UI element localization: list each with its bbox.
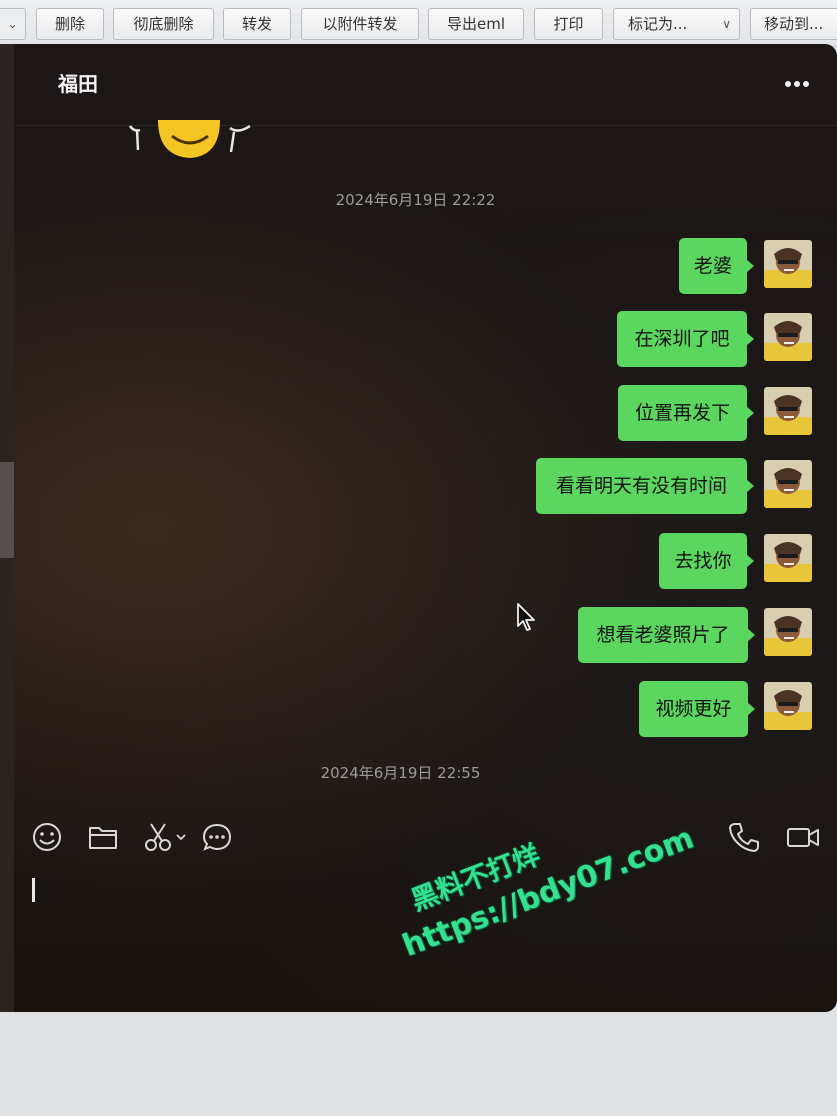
video-icon[interactable]: [785, 820, 821, 854]
delete-button[interactable]: 删除: [36, 8, 104, 40]
avatar[interactable]: [764, 313, 812, 361]
mark-as-dropdown[interactable]: 标记为... ∨: [613, 8, 740, 40]
permanent-delete-button[interactable]: 彻底删除: [113, 8, 214, 40]
forward-button[interactable]: 转发: [223, 8, 291, 40]
export-eml-button[interactable]: 导出eml: [428, 8, 524, 40]
message-bubble[interactable]: 看看明天有没有时间: [536, 458, 754, 514]
phone-icon[interactable]: [727, 820, 761, 854]
chevron-down-icon: ∨: [722, 17, 731, 31]
selected-conversation-indicator: [0, 462, 14, 558]
avatar[interactable]: [764, 387, 812, 435]
move-to-dropdown[interactable]: 移动到...: [750, 8, 837, 40]
avatar[interactable]: [764, 608, 812, 656]
print-button[interactable]: 打印: [534, 8, 603, 40]
message-bubble[interactable]: 去找你: [659, 533, 754, 589]
message-bubble[interactable]: 想看老婆照片了: [578, 607, 755, 663]
chat-bubble-icon[interactable]: [200, 820, 234, 854]
message-bubble[interactable]: 在深圳了吧: [617, 311, 754, 367]
toolbar-left-dropdown[interactable]: ⌄: [0, 8, 26, 40]
message-timestamp: 2024年6月19日 22:55: [320, 764, 481, 782]
mouse-cursor-icon: [517, 603, 535, 631]
mark-as-label: 标记为...: [628, 15, 688, 33]
message-bubble[interactable]: 位置再发下: [618, 385, 754, 441]
avatar[interactable]: [764, 682, 812, 730]
message-bubble[interactable]: 老婆: [679, 238, 754, 294]
message-timestamp: 2024年6月19日 22:22: [335, 191, 496, 209]
avatar[interactable]: [764, 460, 812, 508]
more-icon[interactable]: [782, 72, 812, 96]
chat-title: 福田: [58, 72, 98, 96]
move-to-label: 移动到...: [764, 15, 824, 33]
avatar[interactable]: [764, 240, 812, 288]
message-bubble[interactable]: 视频更好: [639, 681, 755, 737]
emoji-sticker: [128, 120, 251, 158]
folder-icon[interactable]: [87, 820, 119, 854]
emoji-icon[interactable]: [31, 820, 63, 854]
avatar[interactable]: [764, 534, 812, 582]
mail-toolbar: ⌄ 删除 彻底删除 转发 以附件转发 导出eml 打印 标记为... ∨ 移动到…: [0, 0, 837, 47]
forward-as-attachment-button[interactable]: 以附件转发: [301, 8, 419, 40]
scissors-icon[interactable]: [143, 820, 189, 854]
message-input-caret[interactable]: [32, 878, 35, 902]
